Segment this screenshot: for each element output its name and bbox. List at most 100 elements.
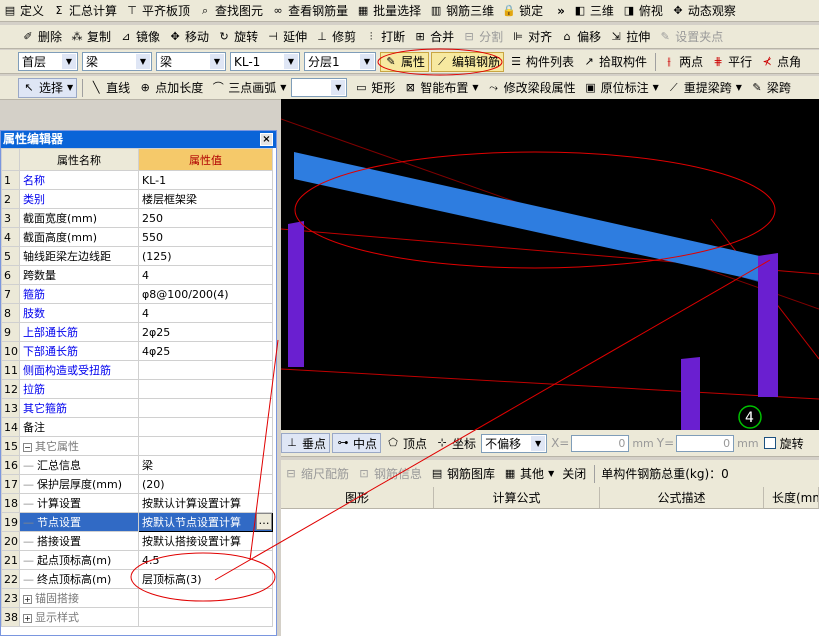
y-input[interactable]: 0 — [676, 434, 735, 452]
property-name[interactable]: 下部通长筋 — [19, 341, 139, 361]
property-value[interactable]: 250 — [138, 208, 273, 228]
property-row[interactable]: 2 类别 楼层框架梁 — [1, 189, 273, 209]
toolbar-more-button[interactable]: » — [554, 1, 568, 21]
offset-select[interactable]: 不偏移 ▼ — [481, 433, 548, 453]
x-input[interactable]: 0 — [571, 434, 630, 452]
component-subtype-select[interactable]: 梁 ▼ — [156, 52, 226, 71]
component-name-select[interactable]: KL-1 ▼ — [230, 52, 300, 71]
property-name[interactable]: − 其它属性 — [19, 436, 139, 456]
dynamic-observe-button[interactable]: ✥ 动态观察 — [668, 1, 739, 21]
component-type-select[interactable]: 梁 ▼ — [82, 52, 152, 71]
property-name[interactable]: — 节点设置 — [19, 512, 139, 532]
other-button[interactable]: ▦ 其他 ▼ — [500, 464, 557, 484]
property-name[interactable]: — 汇总信息 — [19, 455, 139, 475]
property-name[interactable]: 上部通长筋 — [19, 322, 139, 342]
component-list-button[interactable]: ☰ 构件列表 — [506, 52, 577, 72]
property-row[interactable]: 9 上部通长筋 2φ25 — [1, 322, 273, 342]
close-icon[interactable]: × — [260, 133, 273, 146]
property-name[interactable]: — 计算设置 — [19, 493, 139, 513]
property-value[interactable]: 按默认搭接设置计算 — [138, 531, 273, 551]
property-value[interactable]: 按默认节点设置计算… — [138, 512, 273, 532]
property-name[interactable]: 截面宽度(mm) — [19, 208, 139, 228]
rotate-button[interactable]: ↻ 旋转 — [214, 27, 261, 47]
sum-button[interactable]: Σ 汇总计算 — [49, 1, 120, 21]
property-value[interactable] — [138, 379, 273, 399]
view-rebar-button[interactable]: ∞ 查看钢筋量 — [268, 1, 351, 21]
copy-button[interactable]: ⁂ 复制 — [67, 27, 114, 47]
property-value[interactable]: φ8@100/200(4) — [138, 284, 273, 304]
property-name[interactable]: + 锚固搭接 — [19, 588, 139, 608]
property-row[interactable]: 13 其它箍筋 — [1, 398, 273, 418]
point-length-button[interactable]: ⊕ 点加长度 — [135, 78, 206, 98]
property-name[interactable]: 肢数 — [19, 303, 139, 323]
column[interactable] — [681, 357, 700, 430]
stretch-button[interactable]: ⇲ 拉伸 — [606, 27, 653, 47]
lock-button[interactable]: 🔒 锁定 — [499, 1, 546, 21]
property-name[interactable]: 类别 — [19, 189, 139, 209]
arc-button[interactable]: ⌒ 三点画弧 ▼ — [208, 78, 289, 98]
trim-button[interactable]: ⊥ 修剪 — [312, 27, 359, 47]
property-row[interactable]: 7 箍筋 φ8@100/200(4) — [1, 284, 273, 304]
property-row[interactable]: 38 + 显示样式 — [1, 607, 273, 627]
property-row[interactable]: 15− 其它属性 — [1, 436, 273, 456]
property-name[interactable]: 截面高度(mm) — [19, 227, 139, 247]
property-name[interactable]: — 终点顶标高(m) — [19, 569, 139, 589]
column[interactable] — [288, 221, 304, 367]
property-row[interactable]: 4 截面高度(mm) 550 — [1, 227, 273, 247]
ellipsis-button[interactable]: … — [256, 513, 272, 530]
midpoint-snap-button[interactable]: ⊶ 中点 — [332, 433, 382, 453]
property-row[interactable]: 23 + 锚固搭接 — [1, 588, 273, 608]
expand-icon[interactable]: + — [23, 595, 32, 604]
property-row[interactable]: 19— 节点设置 按默认节点设置计算… — [1, 512, 273, 532]
batch-select-button[interactable]: ▦ 批量选择 — [353, 1, 424, 21]
property-row[interactable]: 3 截面宽度(mm) 250 — [1, 208, 273, 228]
align-button[interactable]: ⊫ 对齐 — [508, 27, 555, 47]
property-value[interactable]: (125) — [138, 246, 273, 266]
property-value[interactable]: 2φ25 — [138, 322, 273, 342]
line-button[interactable]: ╲ 直线 — [86, 78, 133, 98]
draw-mode-select[interactable]: ▼ — [291, 78, 348, 97]
edit-rebar-button[interactable]: ⟋ 编辑钢筋 — [431, 51, 505, 72]
two-points-button[interactable]: ⫲ 两点 — [659, 52, 706, 72]
property-name[interactable]: 侧面构造或受扭筋 — [19, 360, 139, 380]
property-name[interactable]: + 显示样式 — [19, 607, 139, 627]
expand-icon[interactable]: + — [23, 614, 32, 623]
property-name[interactable]: — 搭接设置 — [19, 531, 139, 551]
property-name[interactable]: 拉筋 — [19, 379, 139, 399]
cube-3d-button[interactable]: ◧ 三维 — [570, 1, 617, 21]
define-button[interactable]: ▤ 定义 — [0, 1, 47, 21]
extend-button[interactable]: ⊣ 延伸 — [263, 27, 310, 47]
layer-select[interactable]: 分层1 ▼ — [304, 52, 376, 71]
collapse-icon[interactable]: − — [23, 443, 32, 452]
coordinate-snap-button[interactable]: ⊹ 坐标 — [432, 433, 479, 453]
property-value[interactable] — [138, 398, 273, 418]
drawing-viewport[interactable]: 4 — [281, 99, 819, 430]
property-row[interactable]: 22— 终点顶标高(m) 层顶标高(3) — [1, 569, 273, 589]
property-row[interactable]: 5 轴线距梁左边线距 (125) — [1, 246, 273, 266]
property-value[interactable]: 楼层框架梁 — [138, 189, 273, 209]
property-row[interactable]: 21— 起点顶标高(m) 4.5 — [1, 550, 273, 570]
property-row[interactable]: 1 名称 KL-1 — [1, 170, 273, 190]
rebar-info-button[interactable]: ⊡ 钢筋信息 — [354, 464, 425, 484]
point-angle-button[interactable]: ⊀ 点角 — [757, 52, 804, 72]
property-value[interactable] — [138, 436, 273, 456]
close-rebar-button[interactable]: 关闭 — [559, 464, 589, 484]
break-button[interactable]: ⫶ 打断 — [361, 27, 408, 47]
floor-select[interactable]: 首层 ▼ — [18, 52, 78, 71]
property-button[interactable]: ✎ 属性 — [380, 51, 430, 72]
property-row[interactable]: 6 跨数量 4 — [1, 265, 273, 285]
property-row[interactable]: 17— 保护层厚度(mm) (20) — [1, 474, 273, 494]
offset-button[interactable]: ⌂ 偏移 — [557, 27, 604, 47]
property-value[interactable]: 4 — [138, 303, 273, 323]
property-name[interactable]: 跨数量 — [19, 265, 139, 285]
property-name[interactable]: 箍筋 — [19, 284, 139, 304]
origin-mark-button[interactable]: ▣ 原位标注 ▼ — [581, 78, 662, 98]
property-value[interactable] — [138, 417, 273, 437]
property-name[interactable]: — 起点顶标高(m) — [19, 550, 139, 570]
smart-layout-button[interactable]: ⊠ 智能布置 ▼ — [400, 78, 481, 98]
property-value[interactable] — [138, 360, 273, 380]
mirror-button[interactable]: ⊿ 镜像 — [116, 27, 163, 47]
set-grip-button[interactable]: ✎ 设置夹点 — [655, 27, 726, 47]
property-row[interactable]: 11 侧面构造或受扭筋 — [1, 360, 273, 380]
rebar-3d-button[interactable]: ▥ 钢筋三维 — [426, 1, 497, 21]
